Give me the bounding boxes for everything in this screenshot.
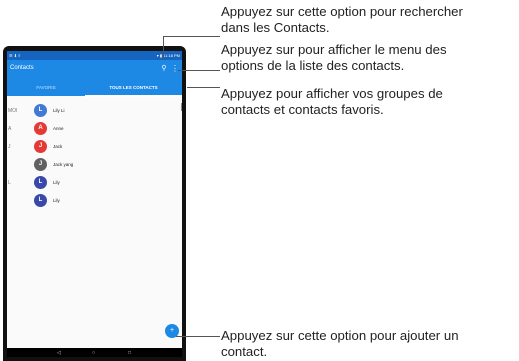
tab-all-contacts[interactable]: TOUS LES CONTACTS xyxy=(85,80,182,96)
app-title: Contacts xyxy=(10,65,34,71)
contact-name: Jack yang xyxy=(53,162,74,167)
list-item[interactable]: A A Anne xyxy=(7,121,182,139)
back-icon[interactable]: ◁ xyxy=(57,348,61,357)
search-callout: Appuyez sur cette option pour rechercher… xyxy=(221,4,463,36)
status-icons-left: ☰ ⬇ ≡ xyxy=(9,53,21,58)
status-icons-right: ▾ ▮ 11:18 PM xyxy=(156,53,180,58)
callout-text: contacts et contacts favoris. xyxy=(221,102,384,117)
section-letter: L xyxy=(8,180,11,186)
list-item[interactable]: L Lily xyxy=(7,193,182,211)
list-item[interactable]: J J Jack xyxy=(7,139,182,157)
section-letter: A xyxy=(8,126,12,132)
home-icon[interactable]: ○ xyxy=(92,348,95,357)
avatar: A xyxy=(34,122,47,135)
avatar: J xyxy=(34,140,47,153)
app-bar: Contacts ⚲ ⋮ xyxy=(7,60,182,80)
callout-text: options de la liste des contacts. xyxy=(221,58,405,73)
search-icon[interactable]: ⚲ xyxy=(160,64,168,74)
list-item[interactable]: L L Lily xyxy=(7,175,182,193)
avatar: L xyxy=(34,104,47,117)
search-callout-line xyxy=(163,36,164,60)
callout-text: Appuyez sur cette option pour rechercher xyxy=(221,4,463,19)
tablet-frame: ☰ ⬇ ≡ ▾ ▮ 11:18 PM Contacts ⚲ ⋮ FAVORIS … xyxy=(3,46,186,361)
device-screen: ☰ ⬇ ≡ ▾ ▮ 11:18 PM Contacts ⚲ ⋮ FAVORIS … xyxy=(7,51,182,357)
contact-name: Jack xyxy=(53,144,63,149)
callout-text: Appuyez pour afficher vos groupes de xyxy=(221,86,443,101)
tabs-callout-line xyxy=(187,87,220,88)
callout-text: contact. xyxy=(221,344,268,359)
status-bar: ☰ ⬇ ≡ ▾ ▮ 11:18 PM xyxy=(7,51,182,60)
tab-favorites[interactable]: FAVORIS xyxy=(7,80,85,96)
avatar: L xyxy=(34,176,47,189)
tab-bar: FAVORIS TOUS LES CONTACTS xyxy=(7,80,182,96)
callout-text: dans les Contacts. xyxy=(221,20,330,35)
callout-text: Appuyez sur pour afficher le menu des xyxy=(221,42,447,57)
navigation-bar: ◁ ○ □ xyxy=(7,348,182,357)
tab-indicator xyxy=(85,95,182,97)
contact-name: Anne xyxy=(53,126,64,131)
list-item[interactable]: MOI L Lily Li xyxy=(7,103,182,121)
menu-callout: Appuyez sur pour afficher le menu des op… xyxy=(221,42,447,74)
menu-callout-line xyxy=(178,70,220,71)
fab-callout-line xyxy=(176,336,220,337)
recents-icon[interactable]: □ xyxy=(128,348,131,357)
contact-list: MOI L Lily Li A A Anne J J Jack J Jack y… xyxy=(7,103,182,211)
contact-name: Lily xyxy=(53,180,60,185)
contact-name: Lily xyxy=(53,198,60,203)
search-callout-line xyxy=(163,36,220,37)
avatar: L xyxy=(34,194,47,207)
avatar: J xyxy=(34,158,47,171)
list-item[interactable]: J Jack yang xyxy=(7,157,182,175)
more-vert-icon[interactable]: ⋮ xyxy=(171,64,179,74)
section-letter: J xyxy=(8,144,11,150)
callout-text: Appuyez sur cette option pour ajouter un xyxy=(221,328,459,343)
section-letter: MOI xyxy=(8,108,18,114)
tabs-callout: Appuyez pour afficher vos groupes de con… xyxy=(221,86,443,118)
contact-name: Lily Li xyxy=(53,108,65,113)
scrollbar[interactable] xyxy=(181,103,182,111)
fab-callout: Appuyez sur cette option pour ajouter un… xyxy=(221,328,459,360)
